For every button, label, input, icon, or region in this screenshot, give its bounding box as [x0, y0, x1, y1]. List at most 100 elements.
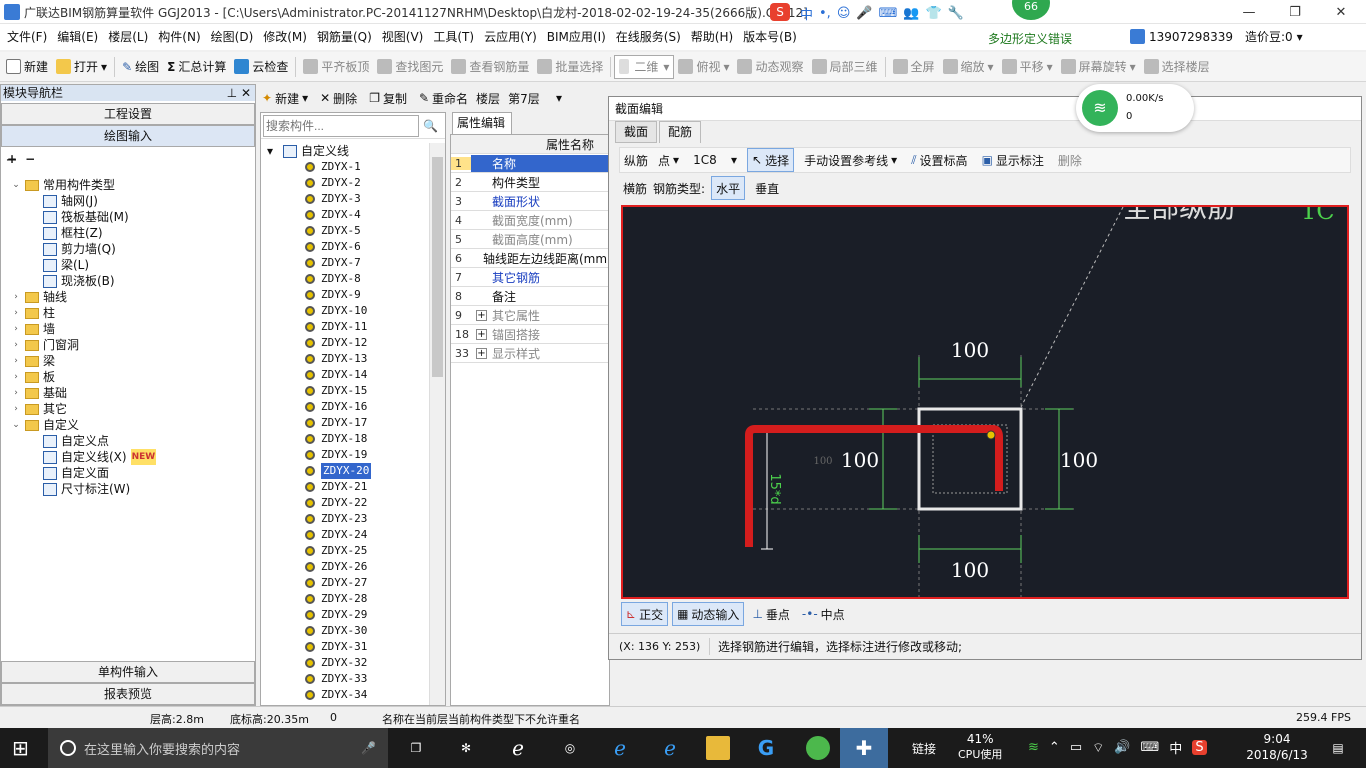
user-account[interactable]: 13907298339 造价豆:0 ▾ [1130, 28, 1303, 45]
menu-item[interactable]: 编辑(E) [52, 24, 103, 50]
property-row[interactable]: 8 备注 [451, 287, 609, 306]
keyboard-icon[interactable]: ⌨ [879, 6, 898, 21]
rename-button[interactable]: ✎ 重命名 [415, 86, 472, 110]
active-app-tile[interactable]: ✚ [840, 728, 888, 768]
menu-item[interactable]: 工具(T) [428, 24, 479, 50]
tree-item[interactable]: 现浇板(B) [1, 273, 255, 289]
tree-folder[interactable]: › 轴线 [1, 289, 255, 305]
perpendicular-button[interactable]: ⊥ 垂点 [748, 602, 793, 626]
task-view-icon[interactable]: ❐ [404, 736, 428, 760]
ime-punct-icon[interactable]: •, [819, 6, 831, 21]
midpoint-button[interactable]: -•- 中点 [798, 602, 849, 626]
view-rebar-button[interactable]: 查看钢筋量 [447, 55, 533, 79]
menu-item[interactable]: 钢筋量(Q) [312, 24, 377, 50]
local-3d-button[interactable]: 局部三维 [808, 55, 882, 79]
expand-icon[interactable]: › [11, 337, 21, 353]
rebar-point[interactable] [986, 430, 996, 440]
list-item[interactable]: ZDYX-20 [261, 463, 445, 479]
property-row[interactable]: 33 + 显示样式 [451, 344, 609, 363]
microphone-icon[interactable]: 🎤 [361, 741, 376, 755]
zoom-button[interactable]: 缩放 ▾ [939, 55, 998, 79]
property-row[interactable]: 1 名称 [451, 154, 609, 173]
list-item[interactable]: ZDYX-2 [261, 175, 445, 191]
list-item[interactable]: ZDYX-24 [261, 527, 445, 543]
minimize-button[interactable]: — [1226, 0, 1272, 24]
keyboard-tray-icon[interactable]: ⌨ [1141, 740, 1160, 755]
list-item[interactable]: ZDYX-19 [261, 447, 445, 463]
batch-select-button[interactable]: 批量选择 [533, 55, 607, 79]
ie-blue-icon[interactable]: ℯ [658, 736, 682, 760]
dialog-tab[interactable]: 配筋 [659, 121, 702, 143]
menu-item[interactable]: 绘图(D) [206, 24, 259, 50]
expand-icon[interactable]: › [11, 385, 21, 401]
ortho-button[interactable]: ⊾ 正交 [621, 602, 669, 626]
select-floor-button[interactable]: 选择楼层 [1140, 55, 1214, 79]
show-mark-button[interactable]: ▣ 显示标注 [978, 148, 1048, 172]
point-select[interactable]: 点 ▾ [654, 148, 683, 172]
sogou-icon[interactable]: S [770, 3, 790, 21]
menu-item[interactable]: BIM应用(I) [542, 24, 611, 50]
draw-input-button[interactable]: 绘图输入 [1, 125, 255, 147]
tree-item[interactable]: 自定义点 [1, 433, 255, 449]
list-item[interactable]: ZDYX-5 [261, 223, 445, 239]
rebar-spec-select[interactable]: 1C8 ▾ [689, 148, 741, 172]
view-mode-select[interactable]: 二维 ▾ [614, 54, 675, 79]
list-item[interactable]: ZDYX-32 [261, 655, 445, 671]
network-widget[interactable]: ≋ 0.00K/s 0 [1076, 84, 1194, 132]
fan-app-icon[interactable]: ✻ [454, 736, 478, 760]
dim-bottom-label[interactable]: 100 [951, 558, 989, 582]
list-item[interactable]: ZDYX-29 [261, 607, 445, 623]
list-scrollbar[interactable] [429, 143, 445, 705]
sum-calc-button[interactable]: Σ 汇总计算 [163, 55, 230, 79]
anchor-length-label[interactable]: 15*d [767, 473, 782, 504]
property-row[interactable]: 2 构件类型 [451, 173, 609, 192]
list-item[interactable]: ZDYX-25 [261, 543, 445, 559]
list-item[interactable]: ZDYX-26 [261, 559, 445, 575]
search-input[interactable] [263, 114, 419, 137]
menu-item[interactable]: 文件(F) [2, 24, 52, 50]
list-item[interactable]: ZDYX-34 [261, 687, 445, 703]
file-explorer-icon[interactable] [706, 736, 730, 760]
list-item[interactable]: ZDYX-28 [261, 591, 445, 607]
list-item[interactable]: ZDYX-31 [261, 639, 445, 655]
close-button[interactable]: ✕ [1318, 0, 1364, 24]
menu-item[interactable]: 构件(N) [153, 24, 205, 50]
list-root[interactable]: ▾ 自定义线 [261, 143, 445, 159]
chevron-down-icon[interactable]: ▾ [1297, 30, 1303, 44]
green-app-icon[interactable] [806, 736, 830, 760]
property-row[interactable]: 9 + 其它属性 [451, 306, 609, 325]
search-icon[interactable]: 🔍 [423, 119, 438, 133]
fullscreen-button[interactable]: 全屏 [889, 55, 939, 79]
expand-icon[interactable]: + [476, 347, 487, 359]
expand-icon[interactable]: › [11, 289, 21, 305]
list-item[interactable]: ZDYX-11 [261, 319, 445, 335]
property-row[interactable]: 18 + 锚固搭接 [451, 325, 609, 344]
delete-button[interactable]: ✕ 删除 [316, 86, 361, 110]
list-item[interactable]: ZDYX-17 [261, 415, 445, 431]
tree-folder[interactable]: › 板 [1, 369, 255, 385]
menu-item[interactable]: 楼层(L) [103, 24, 153, 50]
new-file-button[interactable]: 新建 [2, 55, 52, 79]
property-tab[interactable]: 属性编辑 [452, 112, 512, 134]
users-icon[interactable]: 👥 [903, 6, 919, 21]
rebar-line[interactable] [745, 425, 1003, 547]
ie-icon[interactable]: ℯ [506, 736, 530, 760]
chevron-up-icon[interactable]: ⌃ [1049, 740, 1060, 755]
tree-item[interactable]: 梁(L) [1, 257, 255, 273]
tree-item[interactable]: 轴网(J) [1, 193, 255, 209]
expand-all-icon[interactable]: +̶ [7, 152, 17, 166]
dim-top-label[interactable]: 100 [951, 338, 989, 362]
list-item[interactable]: ZDYX-6 [261, 239, 445, 255]
rotate-button[interactable]: 屏幕旋转 ▾ [1057, 55, 1140, 79]
tree-item[interactable]: 尺寸标注(W) [1, 481, 255, 497]
menu-item[interactable]: 云应用(Y) [479, 24, 542, 50]
top-view-button[interactable]: 俯视 ▾ [674, 55, 733, 79]
bird-app-icon[interactable]: ◎ [558, 736, 582, 760]
scroll-thumb[interactable] [432, 157, 443, 377]
taskbar-search[interactable]: 在这里输入你要搜索的内容 🎤 [48, 728, 388, 768]
list-item[interactable]: ZDYX-27 [261, 575, 445, 591]
ime-mode[interactable]: 中 [1169, 738, 1182, 757]
section-canvas[interactable]: 全部纵筋 1C 100 100 100 100 100 15*d [621, 205, 1349, 599]
expand-icon[interactable]: › [11, 305, 21, 321]
list-item[interactable]: ZDYX-7 [261, 255, 445, 271]
